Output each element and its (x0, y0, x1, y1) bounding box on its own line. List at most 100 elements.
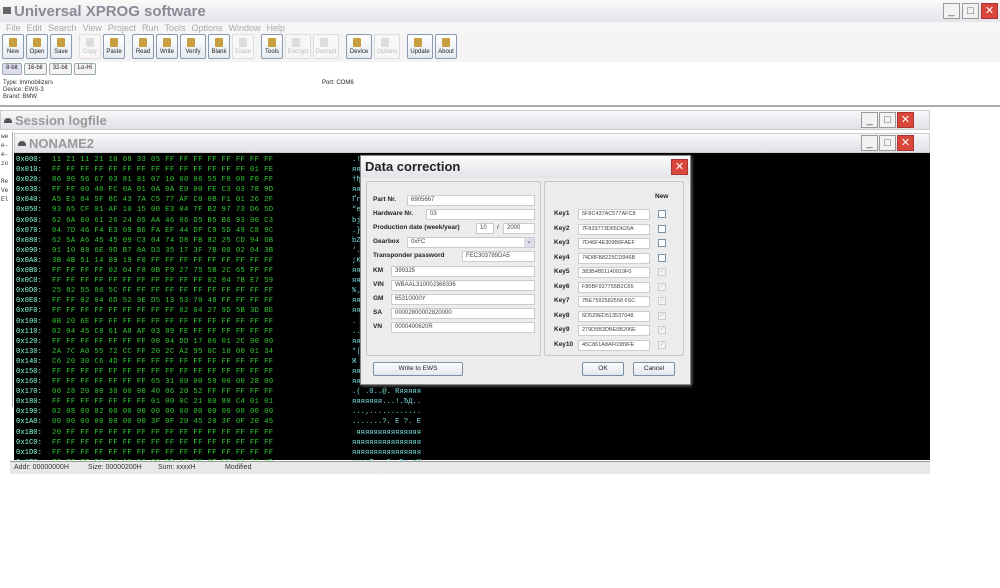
vin-field[interactable]: WBAAL31000J368336 (391, 280, 535, 291)
tab-32-bit[interactable]: 32-bit (48, 63, 72, 75)
noname2-titlebar[interactable]: NONAME2 _ □ ✕ (14, 133, 930, 153)
hex-row[interactable]: 0x1D0: FF FF FF FF FF FF FF FF FF FF FF F… (14, 448, 930, 458)
hex-bytes[interactable]: FF FF FF FF 02 04 F8 0B F9 27 75 5B 2C 6… (52, 266, 352, 276)
encrypt-button[interactable]: Encrypt (285, 34, 311, 59)
hex-bytes[interactable]: 04 7D 46 F4 E3 09 B6 FA EF 44 DF C8 5D 4… (52, 226, 352, 236)
hex-bytes[interactable]: FF FF FF FF FF FF FF 01 00 0C 21 00 80 C… (52, 397, 352, 407)
vn-field[interactable]: 0000400620R (391, 322, 535, 333)
menu-window[interactable]: Window (229, 22, 261, 34)
session-logfile-titlebar[interactable]: Session logfile _ □ ✕ (0, 110, 930, 130)
menu-tools[interactable]: Tools (164, 22, 185, 34)
hex-row[interactable]: 0x170: 00 28 20 00 30 00 00 40 06 20 52 F… (14, 387, 930, 397)
chevron-down-icon[interactable]: ⌄ (524, 238, 534, 247)
editor-maximize-button[interactable]: □ (879, 135, 896, 151)
editor-minimize-button[interactable]: _ (861, 135, 878, 151)
hex-bytes[interactable]: C6 20 30 C6 4D FF FF FF FF FF FF FF FF F… (52, 357, 352, 367)
hex-row[interactable]: 0x190: 02 08 00 82 00 00 00 00 00 00 00 0… (14, 407, 930, 417)
hex-bytes[interactable]: FF FF FF FF FF FF FF FF FF 02 04 27 9D 5… (52, 306, 352, 316)
dialog-close-button[interactable]: ✕ (671, 159, 688, 175)
transponder-field[interactable]: FEC303789DA5 (462, 251, 535, 262)
about-button[interactable]: About (435, 34, 457, 59)
maximize-button[interactable]: □ (962, 3, 979, 19)
hex-ascii[interactable]: ...‚............ (352, 407, 432, 417)
write-button[interactable]: Write (156, 34, 178, 59)
menu-edit[interactable]: Edit (27, 22, 43, 34)
hex-bytes[interactable]: 86 90 56 67 03 81 81 07 10 00 06 55 F0 0… (52, 175, 352, 185)
menu-project[interactable]: Project (108, 22, 136, 34)
hex-bytes[interactable]: 2A 7C A0 55 72 CC FF 20 2C A2 95 0C 10 0… (52, 347, 352, 357)
hex-bytes[interactable]: 25 82 55 86 5C FF FF FF FF FF FF FF FF F… (52, 286, 352, 296)
gearbox-select[interactable]: 0xFC ⌄ (407, 237, 535, 248)
hex-bytes[interactable]: FF FF FF FF FF FF FF FF FF FF FF 02 04 7… (52, 276, 352, 286)
write-to-ews-button[interactable]: Write to EWS (373, 362, 463, 376)
km-field[interactable]: 399325 (391, 266, 535, 277)
new-button[interactable]: New (2, 34, 24, 59)
hex-bytes[interactable]: FF FF 02 04 6D 52 9E D5 13 53 70 48 FF F… (52, 296, 352, 306)
options-button[interactable]: Options (374, 34, 400, 59)
verify-button[interactable]: Verify (180, 34, 206, 59)
hex-bytes[interactable]: A5 E3 04 5F 8C 43 7A C5 77 AF C8 0B F1 0… (52, 195, 352, 205)
hex-bytes[interactable]: FF FF FF FF FF FF FF FF FF FF FF FF FF F… (52, 438, 352, 448)
ok-button[interactable]: OK (582, 362, 624, 376)
session-minimize-button[interactable]: _ (861, 112, 878, 128)
hex-ascii[interactable]: .......?. E ?. E (352, 417, 432, 427)
hex-row[interactable]: 0x1A0: 00 00 00 00 00 00 00 3F 0F 20 45 2… (14, 417, 930, 427)
menu-help[interactable]: Help (267, 22, 286, 34)
tab-lo-hi[interactable]: Lo-Hi (73, 63, 97, 75)
hex-bytes[interactable]: 02 04 45 C8 61 A8 AF 03 89 FE FF FF FF F… (52, 327, 352, 337)
session-close-button[interactable]: ✕ (897, 112, 914, 128)
decrypt-button[interactable]: Decrypt (313, 34, 339, 59)
hex-bytes[interactable]: 0B 20 6E FF FF FF FF FF FF FF FF FF FF F… (52, 317, 352, 327)
hex-bytes[interactable]: FF FF FF FF FF FF FF 65 31 00 00 59 00 0… (52, 377, 352, 387)
year-field[interactable]: 2000 (503, 223, 535, 234)
hex-ascii[interactable]: яяяяяяяяяяяяяяяя (352, 448, 432, 458)
hex-bytes[interactable]: FF FF 00 40 FC 0A 01 0A 0A E0 00 FE C3 0… (52, 185, 352, 195)
minimize-button[interactable]: _ (943, 3, 960, 19)
hex-bytes[interactable]: FF FF FF FF FF FF FF FF FF FF FF FF FF F… (52, 448, 352, 458)
key4-new-checkbox[interactable] (658, 253, 666, 262)
hex-bytes[interactable]: FF FF FF FF FF FF FF 00 04 DD 17 06 01 2… (52, 337, 352, 347)
hex-ascii[interactable]: яяяяяяяяяяяяяяяя (352, 438, 432, 448)
hex-bytes[interactable]: 93 65 CF 01 AF 10 15 00 E3 04 7F B2 97 7… (52, 205, 352, 215)
session-maximize-button[interactable]: □ (879, 112, 896, 128)
key7-field[interactable]: 7BE7592582558 6SC (578, 296, 650, 307)
key2-new-checkbox[interactable] (658, 224, 666, 233)
hex-bytes[interactable]: 00 00 00 00 00 00 00 3F 0F 20 45 20 3F 0… (52, 417, 352, 427)
hex-bytes[interactable]: 62 6A 60 61 26 24 05 AA 46 06 D5 B5 B6 9… (52, 216, 352, 226)
menu-view[interactable]: View (83, 22, 102, 34)
sa-field[interactable]: 00002800002820000 (391, 308, 535, 319)
close-button[interactable]: ✕ (981, 3, 998, 19)
hex-bytes[interactable]: 02 08 00 82 00 00 00 00 00 00 00 00 00 0… (52, 407, 352, 417)
hex-bytes[interactable]: 62 5A A6 45 45 09 C3 04 74 D8 FB 82 25 C… (52, 236, 352, 246)
hex-bytes[interactable]: FF FF FF FF FF FF FF FF FF FF FF FF FF F… (52, 367, 352, 377)
hex-bytes[interactable]: 00 28 20 00 30 00 00 40 06 20 52 FF FF F… (52, 387, 352, 397)
open-button[interactable]: Open (26, 34, 48, 59)
key1-field[interactable]: 5F8C437AC577AFC8 (578, 209, 650, 220)
hardware-field[interactable]: 03 (426, 209, 535, 220)
hex-ascii[interactable]: яяяяяяяяяяяяяяя (352, 428, 432, 438)
hex-ascii[interactable]: .( .0..@. Rяяяяя (352, 387, 432, 397)
key5-field[interactable]: 383B4851140919F0 (578, 267, 650, 278)
key6-field[interactable]: F80BF927755B2C65 (578, 281, 650, 293)
part-field[interactable]: 6905667 (407, 195, 535, 206)
week-field[interactable]: 10 (476, 223, 494, 234)
save-button[interactable]: Save (50, 34, 72, 59)
editor-close-button[interactable]: ✕ (897, 135, 914, 151)
hex-row[interactable]: 0x1B0: 20 FF FF FF FF FF FF FF FF FF FF F… (14, 428, 930, 438)
hex-bytes[interactable]: 3B 4B 51 14 09 19 F0 FF FF FF FF FF FF F… (52, 256, 352, 266)
key10-field[interactable]: 45C861A8AF0389FE (578, 339, 650, 351)
menu-run[interactable]: Run (142, 22, 159, 34)
tools-button[interactable]: Tools (261, 34, 283, 59)
menu-options[interactable]: Options (191, 22, 222, 34)
hex-bytes[interactable]: 20 FF FF FF FF FF FF FF FF FF FF FF FF F… (52, 428, 352, 438)
key3-field[interactable]: 7D46F4E309B6FAEF (578, 238, 650, 249)
erase-button[interactable]: Erase (232, 34, 254, 59)
hex-bytes[interactable]: 91 10 88 6E 9D B7 8A D3 35 17 3F 7B 00 0… (52, 246, 352, 256)
key2-field[interactable]: 7F829773D65D626A (578, 223, 650, 235)
hex-row[interactable]: 0x1C0: FF FF FF FF FF FF FF FF FF FF FF F… (14, 438, 930, 448)
key3-new-checkbox[interactable] (658, 239, 666, 247)
hex-ascii[interactable]: яяяяяяя...!.ЂД.. (352, 397, 432, 407)
read-button[interactable]: Read (132, 34, 154, 59)
hex-bytes[interactable]: 11 21 11 21 10 08 33 05 FF FF FF FF FF F… (52, 155, 352, 165)
paste-button[interactable]: Paste (103, 34, 125, 59)
